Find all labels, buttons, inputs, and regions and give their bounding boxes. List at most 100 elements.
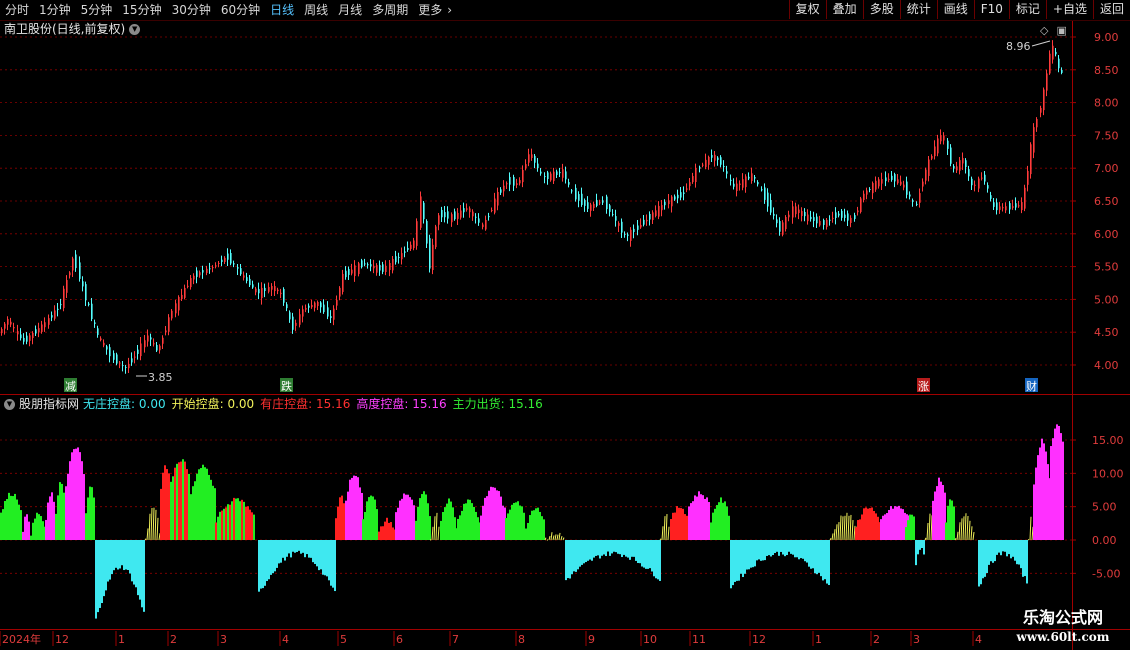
indicator-bar xyxy=(300,540,302,554)
date-label: 7 xyxy=(452,633,459,646)
indicator-bar xyxy=(444,507,446,540)
indicator-bar xyxy=(820,540,822,577)
indicator-bar xyxy=(492,487,494,540)
indicator-bar xyxy=(605,540,607,557)
indicator-bar xyxy=(1047,464,1049,540)
indicator-bar xyxy=(726,506,728,540)
chevron-down-icon[interactable]: ▼ xyxy=(129,23,141,35)
diamond-icon[interactable]: ◇ xyxy=(1040,24,1048,37)
indicator-header[interactable]: ▼ 股朋指标网 无庄控盘: 0.00 开始控盘: 0.00 有庄控盘: 15.16 高… xyxy=(4,396,543,412)
indicator-bar xyxy=(537,507,539,540)
indicator-bar xyxy=(619,540,621,555)
candle-body xyxy=(1061,69,1063,73)
candle-body xyxy=(137,349,139,354)
indicator-bar xyxy=(24,516,26,540)
candle-body xyxy=(454,211,456,220)
indicator-bar xyxy=(0,512,2,540)
chevron-down-icon[interactable]: ▼ xyxy=(4,398,15,410)
indicator-bar xyxy=(716,505,718,540)
indicator-bar xyxy=(380,526,382,540)
indicator-bar xyxy=(947,505,949,540)
candle-body xyxy=(441,209,443,218)
indicator-bar xyxy=(750,540,752,568)
indicator-bar xyxy=(463,503,465,540)
candle-body xyxy=(10,321,12,325)
indicator-bar xyxy=(407,494,409,540)
price-tick-label: 9.00 xyxy=(1094,31,1119,44)
indicator-bar xyxy=(429,516,431,540)
candle-body xyxy=(125,366,127,368)
candle-body xyxy=(246,277,248,281)
indicator-bar xyxy=(210,479,212,540)
candle-body xyxy=(891,175,893,180)
indicator-bar xyxy=(328,540,330,581)
candle-body xyxy=(627,234,629,236)
candle-body xyxy=(906,181,908,195)
candle-body xyxy=(144,340,146,348)
candle-body xyxy=(199,272,201,276)
indicator-bar xyxy=(682,508,684,540)
indicator-bar xyxy=(77,447,79,540)
indicator-bar xyxy=(14,493,16,540)
candle-body xyxy=(109,347,111,357)
candle-body xyxy=(987,185,989,189)
date-label: 8 xyxy=(518,633,525,646)
indicator-bar xyxy=(550,532,553,541)
candle-body xyxy=(934,146,936,157)
indicator-bar xyxy=(1014,540,1016,561)
candle-body xyxy=(395,256,397,263)
indicator-bar xyxy=(994,540,996,562)
candle-body xyxy=(813,217,815,221)
candle-body xyxy=(342,273,344,292)
indicator-bar xyxy=(560,535,563,541)
candle-body xyxy=(993,202,995,207)
indicator-bar xyxy=(186,469,188,540)
indicator-bar xyxy=(494,487,496,540)
candle-body xyxy=(249,278,251,286)
indicator-bar xyxy=(461,510,463,540)
indicator-bar xyxy=(296,540,298,552)
candle-body xyxy=(1024,187,1026,209)
candle-body xyxy=(509,177,511,185)
indicator-bar xyxy=(575,540,577,572)
indicator-bar xyxy=(835,524,838,541)
indicator-bar xyxy=(262,540,264,589)
indicator-bar xyxy=(861,514,863,540)
indicator-bar xyxy=(678,507,680,540)
candle-body xyxy=(413,240,415,249)
indicator-bar xyxy=(89,486,91,540)
indicator-bar xyxy=(176,463,178,540)
chart-canvas[interactable]: 9.00 8.50 8.00 7.50 7.00 6.50 6.00 5.50 5.00 4.50… xyxy=(0,0,1130,650)
indicator-bar xyxy=(770,540,772,557)
indicator-bar xyxy=(433,516,436,541)
indicator-bar xyxy=(928,513,931,541)
indicator-bar xyxy=(20,510,22,540)
indicator-bar xyxy=(863,508,865,540)
candle-body xyxy=(764,187,766,200)
indicator-bar xyxy=(306,540,308,555)
candle-body xyxy=(950,147,952,164)
candle-body xyxy=(816,216,818,224)
candle-body xyxy=(475,216,477,218)
indicator-tick-label: 5.00 xyxy=(1092,501,1117,514)
indicator-bar xyxy=(645,540,647,569)
indicator-bar xyxy=(457,518,459,540)
indicator-bar xyxy=(22,531,24,540)
indicator-bar xyxy=(720,497,722,540)
indicator-bar xyxy=(986,540,988,574)
indicator-bar xyxy=(152,507,155,541)
indicator-bar xyxy=(892,508,894,540)
indicator-name: 股朋指标网 xyxy=(19,397,80,411)
indicator-bar xyxy=(221,510,223,540)
indicator-bar xyxy=(268,540,270,580)
window-icon[interactable]: ▣ xyxy=(1056,24,1066,37)
indicator-bar xyxy=(736,540,738,581)
indicator-bar xyxy=(585,540,587,563)
candle-body xyxy=(624,233,626,235)
candle-body xyxy=(57,308,59,310)
indicator-bar xyxy=(223,508,225,540)
stock-title-bar[interactable]: 南卫股份(日线,前复权) ▼ xyxy=(4,21,141,37)
indicator-bar xyxy=(392,527,394,540)
candle-body xyxy=(274,286,276,292)
candle-body xyxy=(736,183,738,191)
